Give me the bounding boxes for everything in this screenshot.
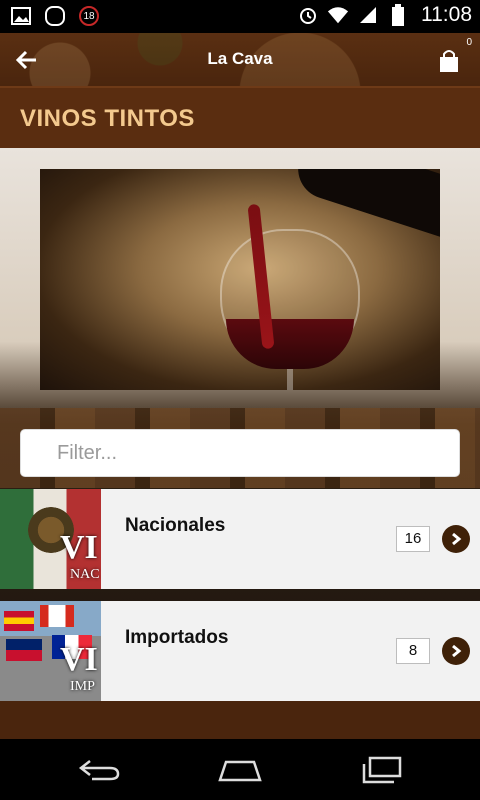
system-nav-bar [0,739,480,800]
image-icon [10,5,32,27]
category-panel-nacionales[interactable]: Nacionales 16 [101,489,480,589]
alarm-icon [297,4,319,26]
recents-icon [362,756,402,784]
category-row-nacionales[interactable]: VI NAC Nacionales 16 [0,489,480,589]
category-count-badge: 16 [396,526,430,552]
chevron-right-icon[interactable] [442,637,470,665]
category-row-importados[interactable]: VI IMP Importados 8 [0,601,480,701]
section-header: VINOS TINTOS [0,86,480,148]
notification-badge-text: 18 [83,11,95,22]
chevron-right-icon[interactable] [442,525,470,553]
shopping-bag-icon [440,50,458,72]
category-panel-importados[interactable]: Importados 8 [101,601,480,701]
thumbnail-text: VI [60,529,98,566]
flag-icon [4,611,34,631]
glass-stem-graphic [287,369,293,390]
app-bar: La Cava 0 [0,33,480,86]
cart-count: 0 [466,37,472,48]
flag-icon [40,605,74,627]
filter-input[interactable] [20,429,460,477]
thumbnail-text: VI [60,641,98,678]
category-label: Nacionales [125,515,226,536]
category-label: Importados [125,627,229,648]
hero-wine-image [40,169,440,390]
nav-back-button[interactable] [70,753,130,787]
signal-icon [357,4,379,26]
home-icon [218,760,262,782]
wifi-icon [327,4,349,26]
cart-button[interactable] [438,45,468,75]
wine-fill-graphic [226,319,354,369]
status-bar: 18 11:08 [0,0,480,33]
footer-band [0,701,480,739]
status-clock: 11:08 [421,3,472,26]
thumbnail-subtext: NAC [70,567,100,582]
circle-app-icon [44,5,66,27]
nav-home-button[interactable] [210,753,270,787]
app-title: La Cava [207,49,273,68]
flag-icon [6,639,42,661]
back-icon [78,760,120,781]
category-thumbnail-importados: VI IMP [0,601,101,701]
badge-icon: 18 [78,5,100,27]
thumbnail-subtext: IMP [70,679,95,694]
section-title: VINOS TINTOS [20,105,195,132]
category-count-badge: 8 [396,638,430,664]
category-thumbnail-nacionales: VI NAC [0,489,101,589]
battery-icon [387,4,409,26]
nav-recents-button[interactable] [352,753,412,787]
